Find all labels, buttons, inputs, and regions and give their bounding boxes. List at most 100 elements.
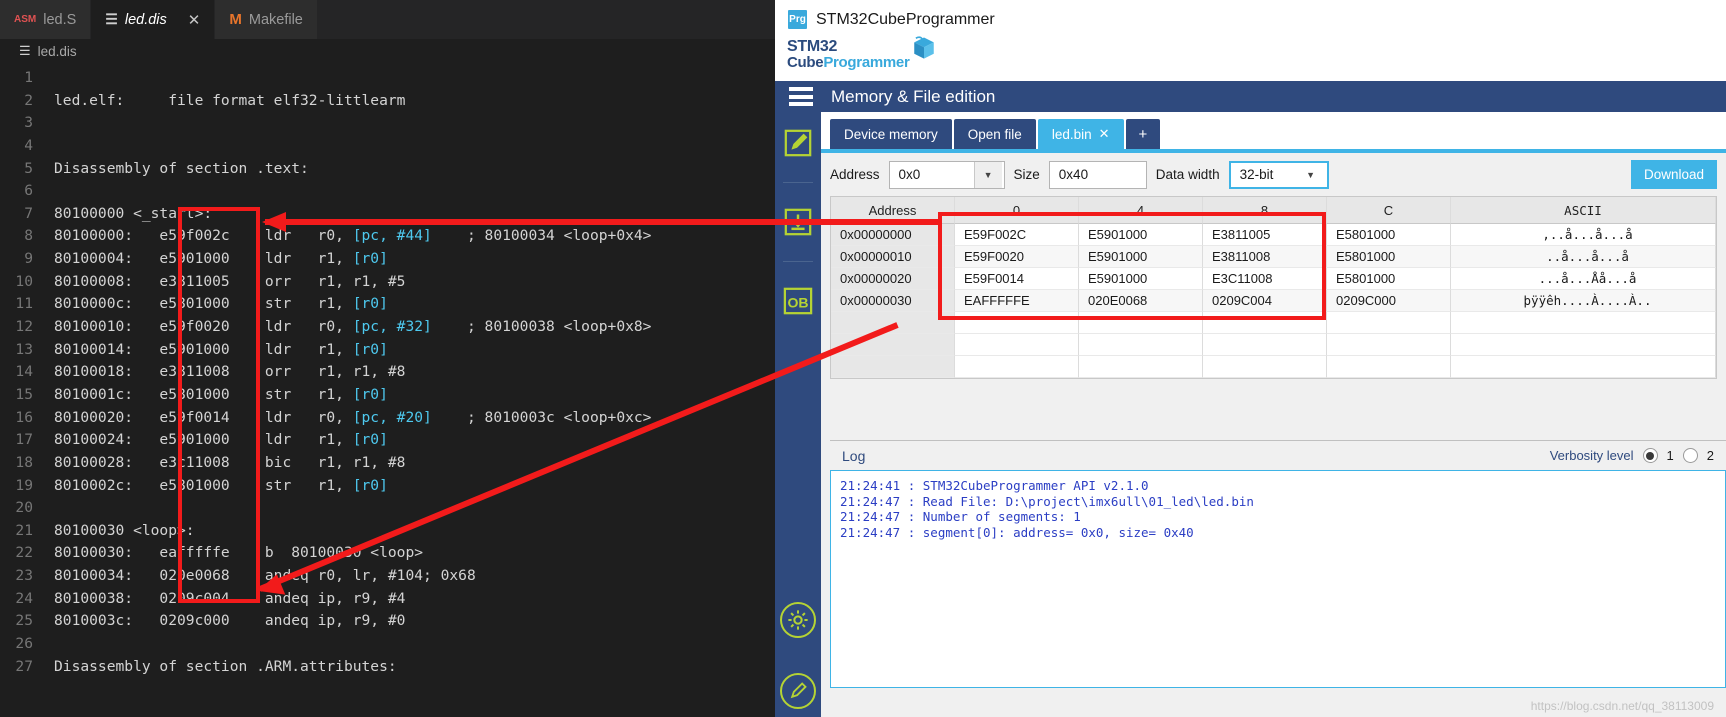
hex-word-cell[interactable]: E59F002C bbox=[955, 224, 1079, 246]
address-combo[interactable]: ▼ bbox=[888, 160, 1005, 189]
makefile-icon: M bbox=[229, 11, 242, 28]
code-line: 6 bbox=[0, 180, 775, 203]
hex-column-header: ASCII bbox=[1451, 197, 1716, 224]
verbosity-radio-2[interactable] bbox=[1682, 448, 1698, 463]
line-number: 5 bbox=[24, 159, 33, 177]
code-content[interactable]: 1 2 led.elf: file format elf32-littlearm 3 4… bbox=[0, 63, 775, 678]
data-width-combo[interactable]: ▼ bbox=[1228, 160, 1329, 189]
close-icon[interactable]: ✕ bbox=[1099, 126, 1110, 142]
hex-row-address: 0x00000000 bbox=[831, 224, 955, 246]
code-editor-pane: ASM led.S ☰ led.dis ✕ M Makefile ☰ led.d… bbox=[0, 0, 775, 717]
line-number: 22 bbox=[15, 544, 33, 562]
hex-ascii-cell bbox=[1451, 312, 1716, 334]
editor-tab-led-s[interactable]: ASM led.S bbox=[0, 0, 92, 39]
size-input[interactable] bbox=[1049, 161, 1144, 188]
hex-word-cell bbox=[1079, 356, 1203, 378]
code-line: 16 80100020: e59f0014 ldr r0, [pc, #20] ;… bbox=[0, 407, 775, 430]
hex-table-row[interactable]: 0x00000020 E59F0014 E5901000 E3C11008 E58010… bbox=[831, 268, 1716, 290]
settings-gear-icon[interactable] bbox=[780, 602, 816, 638]
memory-hex-table[interactable]: Address 0 4 8 C ASCII 0x00000000 E59F002C E59010… bbox=[830, 196, 1717, 379]
breadcrumb[interactable]: ☰ led.dis bbox=[0, 39, 775, 63]
line-number: 8 bbox=[24, 227, 33, 245]
line-number: 18 bbox=[15, 453, 33, 471]
tab-open-file[interactable]: Open file bbox=[953, 119, 1036, 149]
hex-table-row[interactable]: 0x00000000 E59F002C E5901000 E3811005 E58010… bbox=[831, 224, 1716, 246]
verbosity-value-1: 1 bbox=[1666, 448, 1674, 463]
tab-device-memory[interactable]: Device memory bbox=[830, 119, 952, 149]
verbosity-controls: Verbosity level 1 2 bbox=[1550, 448, 1714, 463]
download-icon[interactable] bbox=[780, 204, 816, 240]
hex-word-cell bbox=[1203, 356, 1327, 378]
hex-ascii-cell: þÿÿêh....À....À.. bbox=[1451, 290, 1716, 312]
hex-row-address bbox=[831, 356, 955, 378]
hex-word-cell[interactable]: 0209C000 bbox=[1327, 290, 1451, 312]
line-number: 9 bbox=[24, 250, 33, 268]
hamburger-menu-icon[interactable] bbox=[789, 87, 813, 106]
code-line: 5 Disassembly of section .text: bbox=[0, 158, 775, 181]
editor-tab-label: led.dis bbox=[124, 11, 167, 28]
code-line: 10 80100008: e3811005 orr r1, r1, #5 bbox=[0, 271, 775, 294]
line-number: 24 bbox=[15, 589, 33, 607]
hex-word-cell[interactable]: 020E0068 bbox=[1079, 290, 1203, 312]
code-line: 17 80100024: e5901000 ldr r1, [r0] bbox=[0, 429, 775, 452]
sidebar-divider bbox=[783, 182, 813, 183]
log-header-bar: Log Verbosity level 1 2 bbox=[830, 440, 1726, 470]
tab-label: Open file bbox=[967, 126, 1022, 142]
hex-word-cell[interactable]: E5801000 bbox=[1327, 224, 1451, 246]
asm-file-icon: ASM bbox=[14, 14, 37, 25]
disassembly-file-icon: ☰ bbox=[105, 11, 118, 27]
chevron-down-icon[interactable]: ▼ bbox=[973, 161, 1002, 188]
editor-tab-bar: ASM led.S ☰ led.dis ✕ M Makefile bbox=[0, 0, 775, 39]
hex-word-cell[interactable]: E59F0014 bbox=[955, 268, 1079, 290]
hex-word-cell[interactable]: E3811005 bbox=[1203, 224, 1327, 246]
editor-tab-makefile[interactable]: M Makefile bbox=[215, 0, 318, 39]
hex-word-cell[interactable]: E3C11008 bbox=[1203, 268, 1327, 290]
hex-word-cell[interactable]: E5901000 bbox=[1079, 224, 1203, 246]
tab-add-button[interactable]: + bbox=[1125, 119, 1161, 149]
chevron-down-icon[interactable]: ▼ bbox=[1297, 162, 1325, 188]
hex-table-row[interactable]: 0x00000010 E59F0020 E5901000 E3811008 E58010… bbox=[831, 246, 1716, 268]
logo-line-2a: Cube bbox=[787, 54, 824, 71]
line-number: 23 bbox=[15, 567, 33, 585]
option-bytes-icon[interactable]: OB bbox=[780, 283, 816, 319]
watermark: https://blog.csdn.net/qq_38113009 bbox=[1530, 699, 1714, 713]
stm32-main-panel: Device memory Open file led.bin ✕ + Addr… bbox=[821, 112, 1726, 717]
code-line-text: 80100000: e59f002c ldr r0, [pc, #44] ; 8… bbox=[54, 227, 652, 245]
window-title: STM32CubeProgrammer bbox=[816, 10, 995, 28]
hex-word-cell[interactable]: 0209C004 bbox=[1203, 290, 1327, 312]
verbosity-radio-1[interactable] bbox=[1642, 448, 1658, 463]
info-pen-icon[interactable] bbox=[780, 673, 816, 709]
stm32-body: OB Device memory Open file led.bin ✕ + A… bbox=[775, 112, 1726, 717]
address-input[interactable] bbox=[889, 161, 974, 188]
tab-led-bin[interactable]: led.bin ✕ bbox=[1037, 119, 1124, 149]
log-output[interactable]: 21:24:41 : STM32CubeProgrammer API v2.1.… bbox=[830, 470, 1726, 688]
hex-word-cell[interactable]: EAFFFFFE bbox=[955, 290, 1079, 312]
editor-tab-led-dis[interactable]: ☰ led.dis ✕ bbox=[91, 0, 216, 39]
data-width-input[interactable] bbox=[1230, 161, 1297, 188]
hex-word-cell[interactable]: E5801000 bbox=[1327, 268, 1451, 290]
code-line-text: 80100030 <loop>: bbox=[54, 521, 195, 539]
hex-word-cell[interactable]: E3811008 bbox=[1203, 246, 1327, 268]
stm32-sidebar: OB bbox=[775, 112, 821, 717]
download-button[interactable]: Download bbox=[1630, 160, 1717, 189]
line-number: 20 bbox=[15, 499, 33, 517]
close-icon[interactable]: ✕ bbox=[188, 11, 201, 29]
hex-column-header: Address bbox=[831, 197, 955, 224]
code-line: 20 bbox=[0, 497, 775, 520]
hex-word-cell bbox=[1203, 334, 1327, 356]
hex-word-cell[interactable]: E5901000 bbox=[1079, 246, 1203, 268]
edit-pencil-icon[interactable] bbox=[780, 125, 816, 161]
code-line-text: 80100000 <_start>: bbox=[54, 204, 213, 222]
hex-word-cell[interactable]: E5801000 bbox=[1327, 246, 1451, 268]
code-line: 15 8010001c: e5801000 str r1, [r0] bbox=[0, 384, 775, 407]
code-line: 21 80100030 <loop>: bbox=[0, 520, 775, 543]
hex-word-cell[interactable]: E59F0020 bbox=[955, 246, 1079, 268]
disassembly-file-icon: ☰ bbox=[19, 43, 31, 58]
code-line-text: 8010002c: e5801000 str r1, [r0] bbox=[54, 476, 388, 494]
hex-table-row[interactable]: 0x00000030 EAFFFFFE 020E0068 0209C004 0209C0… bbox=[831, 290, 1716, 312]
size-field[interactable] bbox=[1048, 160, 1147, 189]
svg-text:OB: OB bbox=[787, 295, 808, 311]
hex-word-cell[interactable]: E5901000 bbox=[1079, 268, 1203, 290]
line-number: 2 bbox=[24, 91, 33, 109]
breadcrumb-label: led.dis bbox=[37, 43, 77, 59]
